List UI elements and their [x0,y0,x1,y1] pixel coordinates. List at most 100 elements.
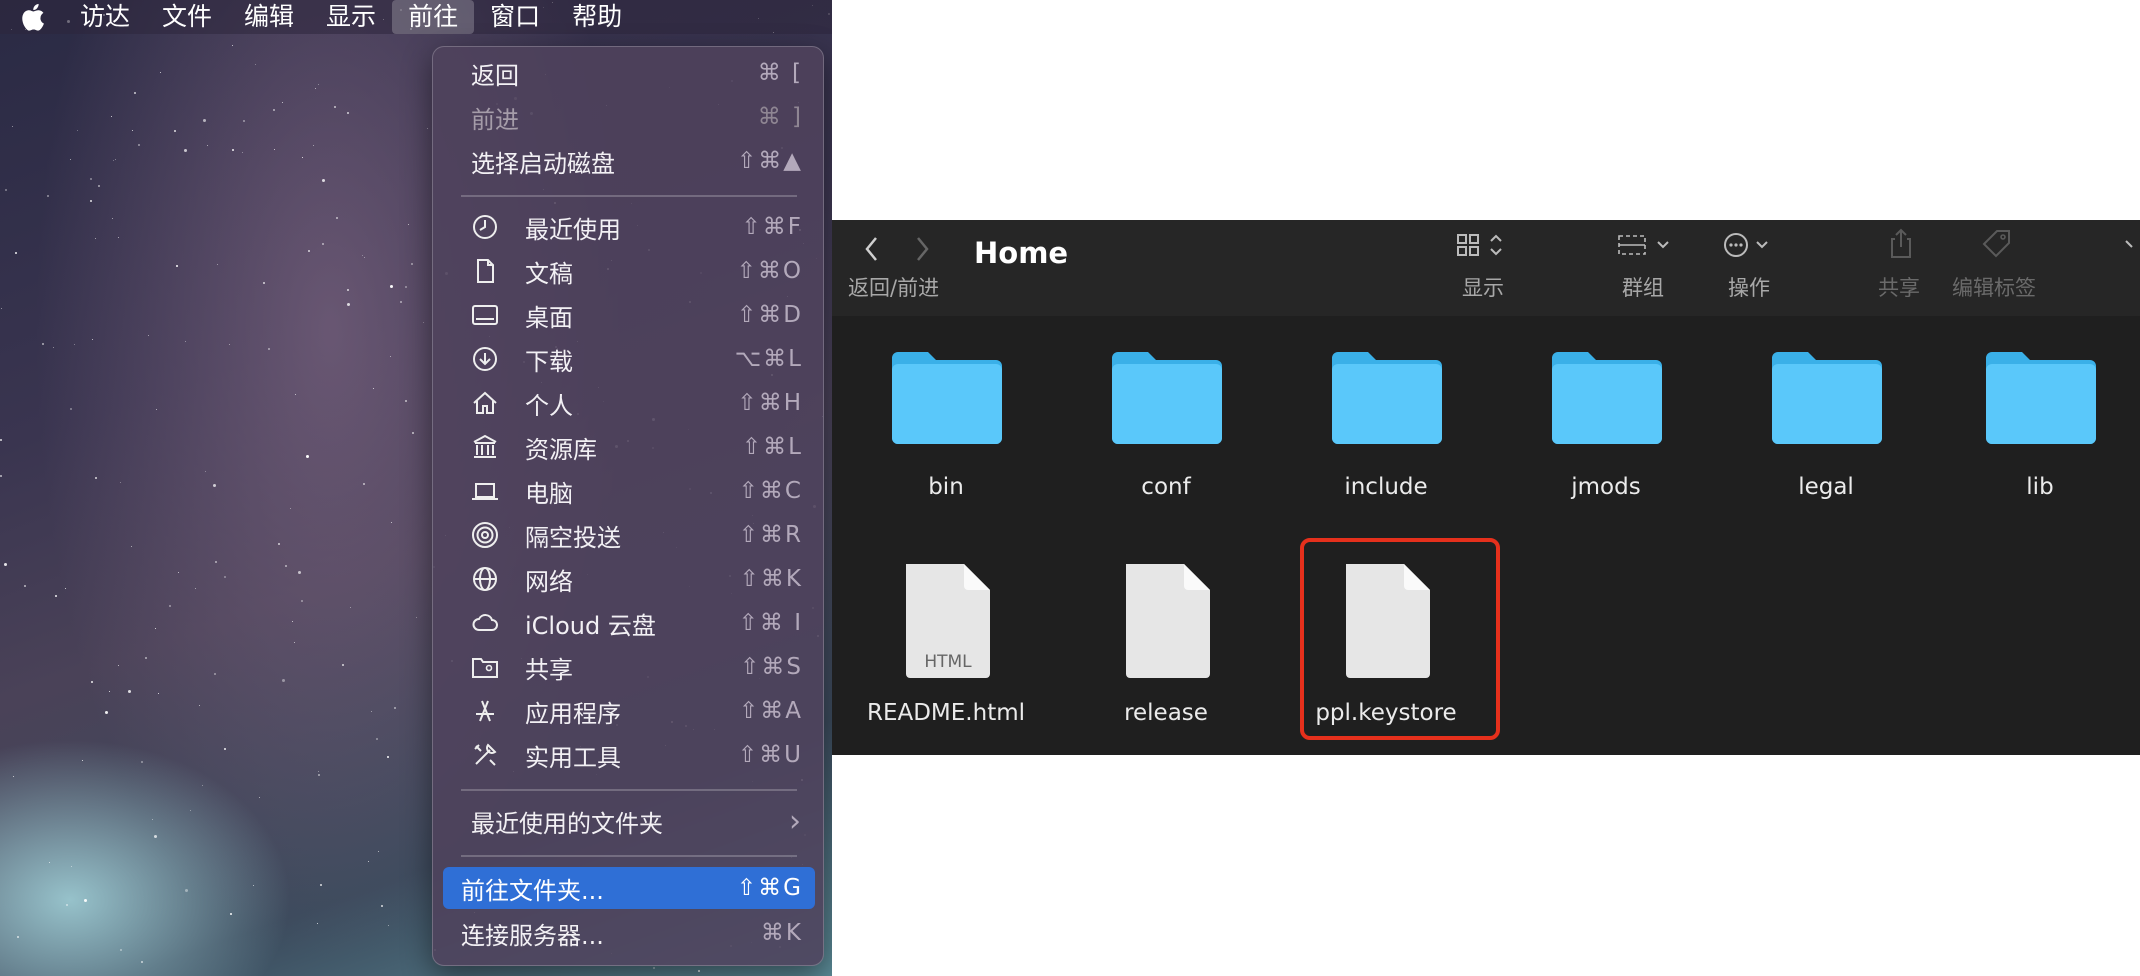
menu-item-airdrop[interactable]: 隔空投送 ⇧⌘R [443,515,815,555]
star [118,237,119,238]
menu-item-recent-folders[interactable]: 最近使用的文件夹 › [443,801,815,841]
star [202,785,203,786]
menu-item-startup-disk[interactable]: 选择启动磁盘 ⇧⌘▲ [443,141,815,181]
star [138,144,140,146]
menu-item-label: 连接服务器... [461,921,604,950]
folder-item[interactable]: legal [1726,348,1926,508]
star [224,748,226,750]
star [322,179,325,182]
star [174,130,176,132]
edit-tags-label: 编辑标签 [1952,276,2036,300]
folder-item[interactable]: jmods [1506,348,1706,508]
highlight-annotation-box [1300,538,1500,740]
menu-item-home[interactable]: 个人 ⇧⌘H [443,383,815,423]
star [368,861,369,862]
action-ellipsis-icon[interactable] [1722,230,1786,264]
document-icon [471,257,499,285]
star [77,130,78,131]
chevron-left-icon[interactable] [862,234,882,268]
menu-item-shortcut: ⌥⌘L [734,346,803,372]
share-label: 共享 [1878,276,1920,300]
menu-item-icloud[interactable]: iCloud 云盘 ⇧⌘ I [443,603,815,643]
tag-icon[interactable] [1980,228,2014,262]
star [334,106,336,108]
star [405,286,407,288]
menu-item-network[interactable]: 网络 ⇧⌘K [443,559,815,599]
menu-item-documents[interactable]: 文稿 ⇧⌘O [443,251,815,291]
star [118,665,119,666]
file-item[interactable]: release [1066,560,1266,730]
star [190,810,191,811]
star [313,145,314,146]
menu-item-recents[interactable]: 最近使用 ⇧⌘F [443,207,815,247]
star [302,157,303,158]
menu-item-shared[interactable]: 共享 ⇧⌘S [443,647,815,687]
star [17,936,19,938]
menu-item-shortcut: ⌘ [ [757,60,803,86]
menu-item-applications[interactable]: 应用程序 ⇧⌘A [443,691,815,731]
folder-item[interactable]: bin [846,348,1046,508]
menu-item-label: 桌面 [525,303,573,332]
menubar-view[interactable]: 显示 [310,0,392,34]
star [95,477,97,479]
applications-icon [471,697,499,725]
star [388,925,389,926]
menu-item-downloads[interactable]: 下载 ⌥⌘L [443,339,815,379]
star [350,607,351,608]
menu-item-library[interactable]: 资源库 ⇧⌘L [443,427,815,467]
share-icon[interactable] [1886,226,1916,264]
icon-view-icon[interactable] [1454,230,1514,264]
menu-item-utilities[interactable]: 实用工具 ⇧⌘U [443,735,815,775]
menu-item-connect-server[interactable]: 连接服务器... ⌘K [443,913,815,953]
star [158,693,159,694]
star [55,595,57,597]
star [274,149,275,150]
star [141,761,143,763]
menubar-edit[interactable]: 编辑 [228,0,310,34]
menubar-file[interactable]: 文件 [146,0,228,34]
menubar-window[interactable]: 窗口 [474,0,556,34]
star [155,628,156,629]
folder-name: include [1344,474,1428,500]
group-icon[interactable] [1616,230,1680,264]
menu-item-shortcut: ⇧⌘L [741,434,803,460]
menu-item-computer[interactable]: 电脑 ⇧⌘C [443,471,815,511]
star [213,484,216,487]
menu-separator [461,195,797,197]
star [111,116,112,117]
folder-item[interactable]: conf [1066,348,1266,508]
star [91,681,93,683]
chevron-down-icon[interactable] [2124,236,2140,256]
file-item[interactable]: HTML README.html [846,560,1046,730]
star [322,243,324,245]
menu-item-forward[interactable]: 前进 ⌘ ] [443,97,815,137]
menubar-finder[interactable]: 访达 [64,0,146,34]
chevron-right-icon[interactable] [912,234,932,268]
star [405,400,407,402]
menubar-help[interactable]: 帮助 [556,0,638,34]
star [318,774,320,776]
star [15,252,17,254]
star [90,200,92,202]
star [199,705,200,706]
star [295,394,296,395]
menubar-go[interactable]: 前往 [392,0,475,34]
star [47,195,49,197]
folder-item[interactable]: lib [1940,348,2140,508]
menu-item-desktop[interactable]: 桌面 ⇧⌘D [443,295,815,335]
menu-item-shortcut: ⌘K [760,920,803,946]
star [232,45,233,46]
star [698,970,700,972]
shared-folder-icon [471,653,499,681]
apple-logo-icon[interactable] [0,0,64,34]
menu-separator [461,855,797,857]
star [66,904,68,906]
menu-item-go-to-folder[interactable]: 前往文件夹... ⇧⌘G [443,867,815,909]
menu-item-back[interactable]: 返回 ⌘ [ [443,53,815,93]
star [259,797,260,798]
star [112,218,113,219]
star [178,572,179,573]
cloud-icon [471,609,499,637]
menu-item-shortcut: ⇧⌘U [737,742,803,768]
folder-item[interactable]: include [1286,348,1486,508]
